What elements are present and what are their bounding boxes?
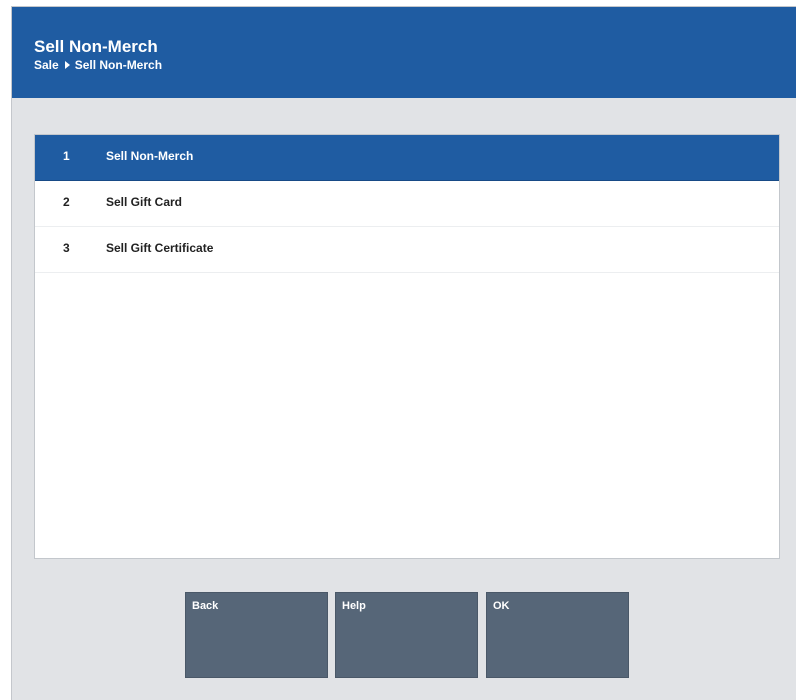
breadcrumb-item-current: Sell Non-Merch [74,58,163,72]
list-item-number: 2 [63,195,70,209]
list-item-number: 3 [63,241,70,255]
breadcrumb: Sale Sell Non-Merch [34,58,162,72]
list-item-number: 1 [63,149,70,163]
caret-right-icon [64,61,70,69]
help-button-label: Help [342,600,366,612]
back-button[interactable]: Back [185,592,328,678]
list-item-label: Sell Non-Merch [106,149,194,163]
list-item-sell-gift-certificate[interactable]: 3 Sell Gift Certificate [35,227,779,273]
page-title: Sell Non-Merch [34,37,158,56]
app-window: Sell Non-Merch Sale Sell Non-Merch 1 Sell… [11,6,796,700]
list-item-sell-non-merch[interactable]: 1 Sell Non-Merch [35,135,779,181]
ok-button[interactable]: OK [486,592,629,678]
list-item-sell-gift-card[interactable]: 2 Sell Gift Card [35,181,779,227]
breadcrumb-item-sale[interactable]: Sale [34,58,59,72]
action-button-bar: Back Help OK [12,592,796,682]
list-item-label: Sell Gift Certificate [106,241,214,255]
help-button[interactable]: Help [335,592,478,678]
header-bar: Sell Non-Merch Sale Sell Non-Merch [12,7,796,98]
ok-button-label: OK [493,600,510,612]
list-item-label: Sell Gift Card [106,195,183,209]
back-button-label: Back [192,600,219,612]
menu-list: 1 Sell Non-Merch 2 Sell Gift Card 3 Sell… [34,134,780,559]
